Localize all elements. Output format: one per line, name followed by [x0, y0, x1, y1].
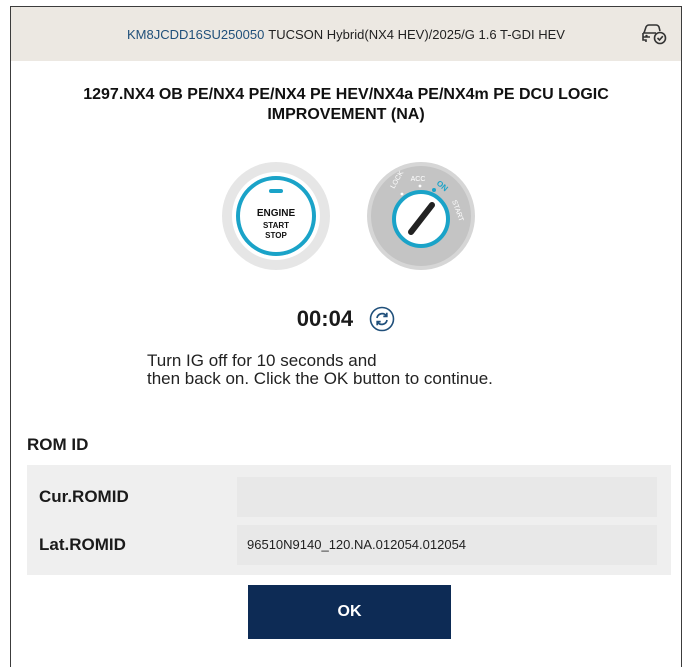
countdown-timer: 00:04 [296, 306, 354, 332]
procedure-title: 1297.NX4 OB PE/NX4 PE/NX4 PE HEV/NX4a PE… [83, 86, 609, 123]
rom-row-latest: Lat.ROMID 96510N9140_120.NA.012054.01205… [27, 525, 671, 565]
ignition-icons: ENGINE START STOP LOCK ACC ON START [11, 161, 681, 275]
instruction-line-2: then back on. Click the OK button to con… [147, 369, 493, 388]
engine-start-stop-icon: ENGINE START STOP [221, 161, 331, 271]
rom-latest-label: Lat.ROMID [39, 535, 126, 554]
key-acc-label: ACC [411, 176, 426, 183]
rom-current-label: Cur.ROMID [39, 487, 129, 506]
instruction-text: Turn IG off for 10 seconds and then back… [147, 352, 493, 388]
engine-label-line2: START [263, 221, 289, 230]
dialog-window: KM8JCDD16SU250050 TUCSON Hybrid(NX4 HEV)… [10, 6, 682, 667]
rom-current-value [237, 477, 657, 517]
engine-label-line3: STOP [265, 231, 287, 240]
instruction-line-1: Turn IG off for 10 seconds and [147, 351, 377, 370]
vin-text: KM8JCDD16SU250050 [127, 26, 265, 42]
vehicle-model-text: TUCSON Hybrid(NX4 HEV)/2025/G 1.6 T-GDI … [268, 26, 565, 42]
timer-row: 00:04 [11, 305, 681, 332]
rom-latest-value: 96510N9140_120.NA.012054.012054 [237, 525, 657, 565]
engine-label-line1: ENGINE [257, 208, 296, 219]
rom-row-current: Cur.ROMID [27, 477, 671, 517]
ignition-key-icon: LOCK ACC ON START [366, 161, 476, 271]
rom-id-table: Cur.ROMID Lat.ROMID 96510N9140_120.NA.01… [27, 465, 671, 575]
car-check-icon[interactable] [641, 23, 667, 45]
ok-button[interactable]: OK [248, 585, 451, 639]
rom-id-section-label: ROM ID [27, 435, 89, 454]
vehicle-header: KM8JCDD16SU250050 TUCSON Hybrid(NX4 HEV)… [11, 7, 681, 61]
refresh-icon[interactable] [369, 306, 395, 332]
